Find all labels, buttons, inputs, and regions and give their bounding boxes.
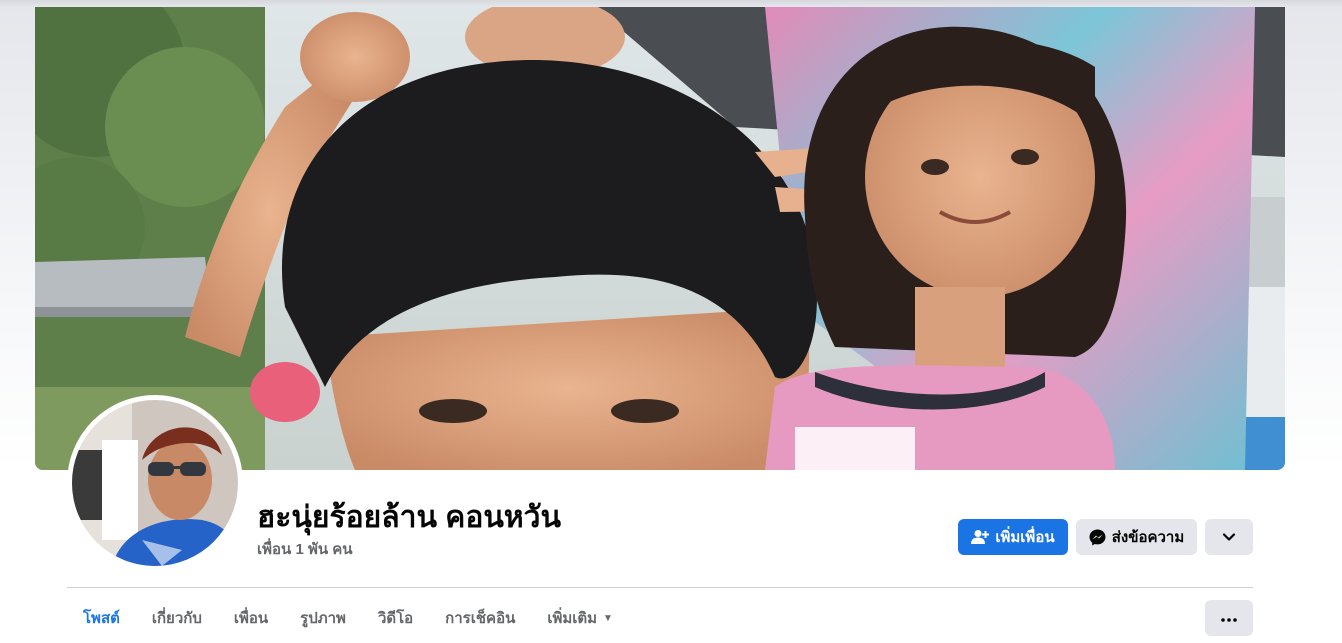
tab-label: เพิ่มเติม (547, 610, 598, 627)
chevron-down-icon (1222, 529, 1236, 546)
avatar[interactable] (72, 400, 238, 566)
top-bar-shadow (0, 0, 1342, 7)
tab-label: โพสต์ (83, 610, 120, 627)
friends-count[interactable]: เพื่อน 1 พัน คน (257, 537, 353, 561)
message-button[interactable]: ส่งข้อความ (1076, 519, 1197, 555)
tab-checkins[interactable]: การเช็คอิน (429, 600, 531, 636)
cover-photo[interactable] (35, 7, 1285, 470)
tab-label: เพื่อน (233, 610, 269, 627)
tab-label: วิดีโอ (377, 610, 414, 627)
tab-photos[interactable]: รูปภาพ (284, 600, 362, 636)
profile-tabs: โพสต์ เกี่ยวกับ เพื่อน รูปภาพ วิดีโอ การ… (67, 600, 629, 636)
divider (67, 587, 1253, 588)
cover-photo-image (35, 7, 1285, 470)
more-options-button[interactable] (1205, 600, 1253, 636)
tab-videos[interactable]: วิดีโอ (362, 600, 429, 636)
add-friend-icon (971, 529, 990, 545)
tab-label: การเช็คอิน (445, 610, 516, 627)
caret-down-icon: ▼ (603, 612, 613, 624)
profile-name: ฮะนุ่ยร้อยล้าน คอนหวัน (257, 501, 562, 534)
ellipsis-icon (1221, 609, 1237, 627)
tab-label: เกี่ยวกับ (151, 610, 202, 627)
tab-about[interactable]: เกี่ยวกับ (136, 600, 218, 636)
profile-options-button[interactable] (1205, 519, 1253, 555)
add-friend-label: เพิ่มเพื่อน (995, 529, 1055, 546)
add-friend-button[interactable]: เพิ่มเพื่อน (958, 519, 1068, 555)
tab-label: รูปภาพ (300, 610, 346, 627)
avatar-image (72, 400, 238, 566)
tab-more[interactable]: เพิ่มเติม ▼ (531, 600, 629, 636)
tab-posts[interactable]: โพสต์ (67, 600, 136, 636)
tab-friends[interactable]: เพื่อน (218, 600, 284, 636)
messenger-icon (1089, 529, 1106, 546)
message-label: ส่งข้อความ (1111, 529, 1185, 546)
